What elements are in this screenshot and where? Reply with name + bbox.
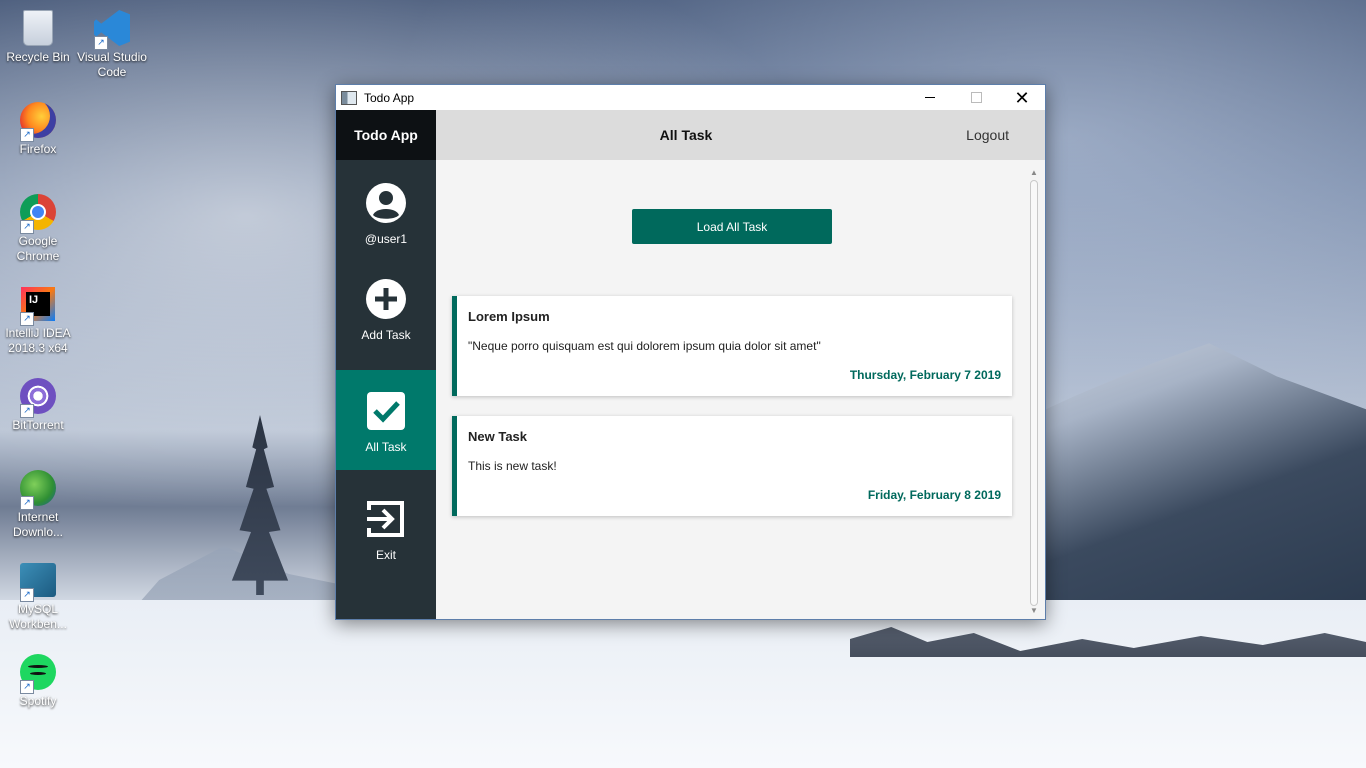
minimize-button[interactable] <box>907 85 953 110</box>
vscode-icon: ↗ <box>92 8 132 50</box>
desktop-icon-internet-download-manager[interactable]: ↗ Internet Downlo... <box>2 468 74 540</box>
sidebar-item-user[interactable]: @user1 <box>336 160 436 270</box>
load-all-task-button[interactable]: Load All Task <box>632 209 832 244</box>
wallpaper-snowfield <box>0 600 1366 768</box>
desktop-icon-label: Spotify <box>19 694 57 708</box>
maximize-button[interactable] <box>953 85 999 110</box>
task-date: Friday, February 8 2019 <box>867 488 1001 502</box>
scroll-up-icon[interactable]: ▲ <box>1029 168 1039 178</box>
desktop-icon-label: MySQL Workben... <box>9 602 67 631</box>
shortcut-arrow-icon: ↗ <box>20 312 34 326</box>
shortcut-arrow-icon: ↗ <box>20 404 34 418</box>
close-button[interactable]: ✕ <box>999 85 1045 110</box>
task-list-panel: Load All Task Lorem Ipsum "Neque porro q… <box>436 160 1045 619</box>
desktop-icon-label: Google Chrome <box>16 234 60 263</box>
sidebar-item-label: Exit <box>375 548 396 562</box>
spotify-icon: ↗ <box>18 652 58 694</box>
page-title: All Task <box>659 127 713 143</box>
vertical-scrollbar[interactable]: ▲ ▼ <box>1029 168 1039 616</box>
sidebar-item-label: Add Task <box>361 328 411 342</box>
desktop-icon-label: BitTorrent <box>12 418 64 432</box>
user-avatar-icon <box>366 183 406 223</box>
close-icon: ✕ <box>1014 87 1030 108</box>
shortcut-arrow-icon: ↗ <box>20 128 34 142</box>
app-window-icon <box>341 90 357 105</box>
window-controls: ✕ <box>907 85 1045 110</box>
chrome-icon: ↗ <box>18 192 58 234</box>
scroll-track[interactable] <box>1030 180 1038 606</box>
scroll-down-icon[interactable]: ▼ <box>1029 606 1039 616</box>
desktop-icon-label: IntelliJ IDEA 2018.3 x64 <box>5 326 71 355</box>
shortcut-arrow-icon: ↗ <box>20 588 34 602</box>
maximize-icon <box>970 92 982 103</box>
brand-title: Todo App <box>336 110 436 160</box>
task-description: This is new task! <box>468 459 557 473</box>
desktop-icon-chrome[interactable]: ↗ Google Chrome <box>2 192 74 264</box>
window-titlebar[interactable]: Todo App ✕ <box>336 85 1045 110</box>
task-card[interactable]: New Task This is new task! Friday, Febru… <box>452 416 1012 516</box>
mysql-workbench-icon: ↗ <box>18 560 58 602</box>
desktop-icon-label: Internet Downlo... <box>12 510 64 539</box>
intellij-icon: ↗ <box>18 284 58 326</box>
todo-app-window: Todo App ✕ Todo App @user1 Add Task All … <box>335 84 1046 620</box>
sidebar-item-label: @user1 <box>364 232 408 246</box>
task-date: Thursday, February 7 2019 <box>849 368 1001 382</box>
sidebar: Todo App @user1 Add Task All Task Exit <box>336 110 436 619</box>
shortcut-arrow-icon: ↗ <box>20 496 34 510</box>
checkbox-icon <box>367 392 405 430</box>
desktop-icon-label: Visual Studio Code <box>77 50 147 79</box>
exit-icon <box>367 501 404 537</box>
desktop-icon-intellij[interactable]: ↗ IntelliJ IDEA 2018.3 x64 <box>2 284 74 356</box>
sidebar-item-add-task[interactable]: Add Task <box>336 270 436 370</box>
firefox-icon: ↗ <box>18 100 58 142</box>
desktop-icon-firefox[interactable]: ↗ Firefox <box>2 100 74 157</box>
window-title: Todo App <box>364 90 415 105</box>
task-description: "Neque porro quisquam est qui dolorem ip… <box>468 339 821 353</box>
app-body: Todo App @user1 Add Task All Task Exit A… <box>336 110 1045 619</box>
sidebar-item-all-task[interactable]: All Task <box>336 370 436 470</box>
logout-link[interactable]: Logout <box>966 127 1009 143</box>
shortcut-arrow-icon: ↗ <box>20 220 34 234</box>
wallpaper-tree <box>231 415 289 595</box>
desktop-icon-label: Recycle Bin <box>6 50 70 64</box>
desktop-icon-spotify[interactable]: ↗ Spotify <box>2 652 74 709</box>
sidebar-item-label: All Task <box>365 440 407 454</box>
shortcut-arrow-icon: ↗ <box>94 36 108 50</box>
bittorrent-icon: ↗ <box>18 376 58 418</box>
shortcut-arrow-icon: ↗ <box>20 680 34 694</box>
minimize-icon <box>925 97 935 98</box>
task-title: New Task <box>468 429 528 444</box>
add-circle-icon <box>366 279 406 319</box>
header-bar: All Task Logout <box>436 110 1045 160</box>
recycle-bin-icon <box>18 8 58 48</box>
desktop-icon-label: Firefox <box>19 142 57 156</box>
desktop-icon-vscode[interactable]: ↗ Visual Studio Code <box>76 8 148 80</box>
task-title: Lorem Ipsum <box>468 309 550 324</box>
internet-download-manager-icon: ↗ <box>18 468 58 510</box>
desktop-icon-bittorrent[interactable]: ↗ BitTorrent <box>2 376 74 433</box>
task-card[interactable]: Lorem Ipsum "Neque porro quisquam est qu… <box>452 296 1012 396</box>
desktop-icon-recycle-bin[interactable]: Recycle Bin <box>2 8 74 65</box>
sidebar-item-exit[interactable]: Exit <box>336 470 436 580</box>
desktop-icon-mysql-workbench[interactable]: ↗ MySQL Workben... <box>2 560 74 632</box>
